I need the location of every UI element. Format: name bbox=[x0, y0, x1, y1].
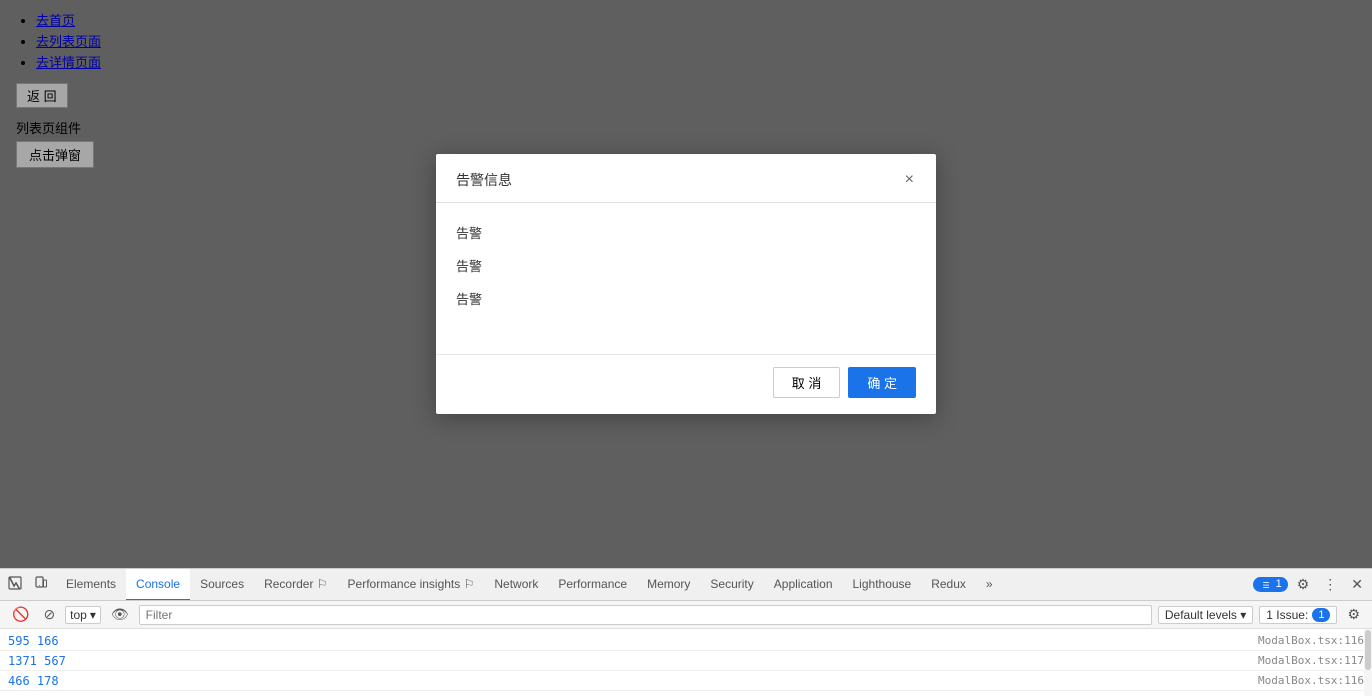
tab-lighthouse[interactable]: Lighthouse bbox=[843, 569, 922, 601]
filter-input[interactable] bbox=[139, 605, 1152, 625]
context-selector[interactable]: top ▾ bbox=[65, 606, 101, 624]
eye-icon[interactable]: 👁 bbox=[107, 604, 133, 625]
tab-recorder[interactable]: Recorder ⚐ bbox=[254, 569, 337, 601]
confirm-button[interactable]: 确 定 bbox=[848, 367, 916, 398]
more-options-icon[interactable]: ⋮ bbox=[1318, 573, 1342, 596]
tab-network[interactable]: Network bbox=[484, 569, 548, 601]
tab-performance[interactable]: Performance bbox=[548, 569, 637, 601]
modal-overlay: 告警信息 × 告警 告警 告警 取 消 确 定 bbox=[0, 0, 1372, 568]
console-source-1[interactable]: ModalBox.tsx:116 bbox=[1258, 634, 1364, 647]
modal-title: 告警信息 bbox=[456, 170, 512, 190]
svg-text:☰: ☰ bbox=[1262, 581, 1269, 590]
tab-memory[interactable]: Memory bbox=[637, 569, 700, 601]
modal-body: 告警 告警 告警 bbox=[436, 203, 936, 354]
badge-count: 1 bbox=[1276, 578, 1282, 590]
close-devtools-icon[interactable]: ✕ bbox=[1346, 573, 1368, 596]
console-value-1: 595 166 bbox=[8, 634, 59, 648]
device-icon[interactable] bbox=[30, 574, 52, 595]
tab-application[interactable]: Application bbox=[764, 569, 843, 601]
console-value-2: 1371 567 bbox=[8, 654, 66, 668]
console-row-2: 1371 567 ModalBox.tsx:117 bbox=[0, 651, 1372, 671]
issue-badge[interactable]: 1 Issue: 1 bbox=[1259, 606, 1337, 624]
tab-redux[interactable]: Redux bbox=[921, 569, 976, 601]
issue-text: 1 Issue: bbox=[1266, 608, 1308, 622]
block-icon[interactable]: ⊘ bbox=[39, 604, 59, 625]
devtools-actions bbox=[4, 574, 52, 595]
tab-sources[interactable]: Sources bbox=[190, 569, 254, 601]
console-toolbar: 🚫 ⊘ top ▾ 👁 Default levels ▾ 1 Issue: 1 … bbox=[0, 601, 1372, 629]
devtools-right: ☰ 1 ⚙ ⋮ ✕ bbox=[1253, 573, 1368, 596]
modal-close-button[interactable]: × bbox=[903, 172, 916, 188]
alert-text-1: 告警 bbox=[456, 223, 916, 242]
modal-dialog: 告警信息 × 告警 告警 告警 取 消 确 定 bbox=[436, 154, 936, 414]
default-levels-dropdown[interactable]: Default levels ▾ bbox=[1158, 606, 1253, 624]
tab-performance-insights[interactable]: Performance insights ⚐ bbox=[338, 569, 485, 601]
modal-header: 告警信息 × bbox=[436, 154, 936, 203]
default-levels-label: Default levels ▾ bbox=[1165, 608, 1246, 622]
modal-footer: 取 消 确 定 bbox=[436, 354, 936, 414]
console-row-3: 466 178 ModalBox.tsx:116 bbox=[0, 671, 1372, 691]
console-value-3: 466 178 bbox=[8, 674, 59, 688]
scrollbar-thumb bbox=[1365, 630, 1371, 670]
issue-count-badge: 1 bbox=[1312, 608, 1330, 622]
devtools-panel: Elements Console Sources Recorder ⚐ Perf… bbox=[0, 568, 1372, 696]
console-source-2[interactable]: ModalBox.tsx:117 bbox=[1258, 654, 1364, 667]
context-label: top bbox=[70, 608, 87, 622]
console-source-3[interactable]: ModalBox.tsx:116 bbox=[1258, 674, 1364, 687]
inspect-icon[interactable] bbox=[4, 574, 26, 595]
console-settings-icon[interactable]: ⚙ bbox=[1343, 604, 1364, 625]
tab-elements[interactable]: Elements bbox=[56, 569, 126, 601]
tab-security[interactable]: Security bbox=[700, 569, 763, 601]
alert-text-2: 告警 bbox=[456, 256, 916, 275]
console-badge: ☰ 1 bbox=[1253, 577, 1288, 591]
alert-text-3: 告警 bbox=[456, 289, 916, 308]
console-output: 595 166 ModalBox.tsx:116 1371 567 ModalB… bbox=[0, 629, 1372, 696]
tab-more[interactable]: » bbox=[976, 569, 1003, 601]
console-row-1: 595 166 ModalBox.tsx:116 bbox=[0, 631, 1372, 651]
cancel-button[interactable]: 取 消 bbox=[773, 367, 841, 398]
chevron-down-icon: ▾ bbox=[90, 608, 96, 622]
tab-console[interactable]: Console bbox=[126, 569, 190, 601]
issue-count: 1 bbox=[1318, 609, 1324, 621]
clear-console-icon[interactable]: 🚫 bbox=[8, 604, 33, 625]
scrollbar[interactable] bbox=[1364, 629, 1372, 696]
settings-icon[interactable]: ⚙ bbox=[1292, 573, 1315, 596]
devtools-tab-bar: Elements Console Sources Recorder ⚐ Perf… bbox=[0, 569, 1372, 601]
